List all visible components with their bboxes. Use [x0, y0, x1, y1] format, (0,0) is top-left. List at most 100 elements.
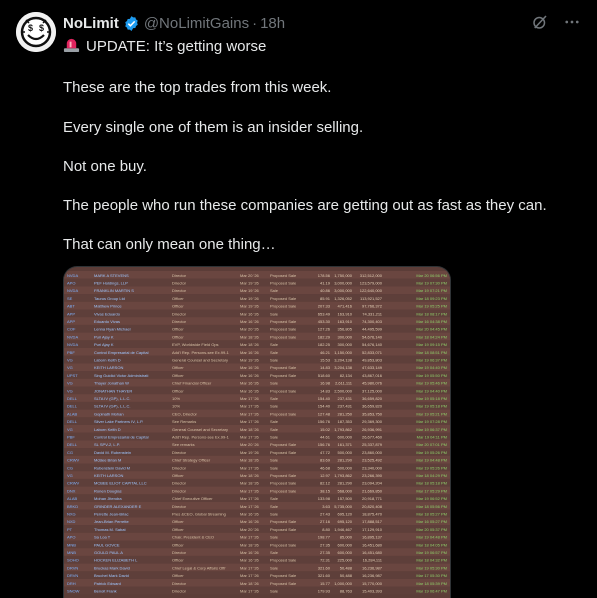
table-cell: Proposed Sale: [270, 473, 297, 478]
table-cell: Mar 19 04:48 PM: [416, 535, 447, 540]
table-cell: DELL: [67, 404, 78, 409]
table-cell: 154.40: [318, 404, 331, 409]
table-cell: Officer: [172, 388, 184, 393]
table-cell: SL SPV-2, L.P.: [94, 442, 120, 447]
table-cell: Mar 17 05:30 PM: [416, 573, 447, 578]
table-cell: 1,150,000: [334, 350, 353, 355]
table-cell: 1,750,000: [334, 273, 353, 278]
table-cell: 49,853,803: [362, 358, 383, 363]
table-cell: Mar 16 '26: [240, 381, 260, 386]
table-cell: 163,910: [338, 311, 353, 316]
table-cell: Mar 19 05:21 PM: [416, 411, 447, 416]
table-cell: Sale: [270, 288, 279, 293]
table-cell: 45,980,076: [362, 381, 383, 386]
table-cell: Sale: [270, 565, 279, 570]
table-cell: Director: [172, 450, 187, 455]
table-cell: Officer: [172, 558, 184, 563]
table-cell: 50,488: [340, 565, 353, 570]
table-cell: Mar 19 05:18 PM: [416, 396, 447, 401]
table-cell: Mar 16 '26: [240, 350, 260, 355]
table-cell: Sale: [270, 435, 279, 440]
table-cell: 41.19: [320, 281, 331, 286]
author-handle[interactable]: @NoLimitGains: [144, 15, 249, 32]
table-cell: 29,369,300: [362, 419, 383, 424]
table-cell: Mar 17 05:29 PM: [416, 488, 447, 493]
table-cell: 156.76: [318, 419, 331, 424]
tweet-media-image[interactable]: NVDA MARK A STEVENS Director Mar 20 '26 Prop…: [63, 266, 451, 598]
table-cell: Mar 18 05:27 PM: [416, 512, 447, 517]
table-cell: Sale: [270, 396, 279, 401]
table-cell: 15.02: [320, 427, 331, 432]
table-cell: Sa Loa T: [94, 535, 111, 540]
header-actions: [531, 13, 581, 35]
table-cell: Mar 18 05:56 PM: [416, 504, 447, 509]
table-cell: 2,500,000: [334, 388, 353, 393]
table-cell: Mar 18 09:23 PM: [416, 296, 447, 301]
table-cell: 44,495,599: [362, 327, 383, 332]
table-cell: 82.12: [320, 481, 331, 486]
table-cell: Mar 18 08:51 PM: [416, 350, 447, 355]
table-cell: Sale: [270, 404, 279, 409]
table-cell: Director: [172, 481, 187, 486]
table-cell: 16.98: [320, 381, 331, 386]
table-cell: 3,204,138: [334, 365, 353, 370]
table-cell: 12.97: [320, 473, 331, 478]
table-cell: CG: [67, 450, 73, 455]
table-cell: 127.48: [318, 411, 331, 416]
table-cell: Mar 19 05:50 PM: [416, 373, 447, 378]
table-cell: Puri Ajay K: [94, 334, 114, 339]
table-cell: Mar 19 06:37 PM: [416, 358, 447, 363]
table-cell: Perrette Jean-Briac: [94, 512, 128, 517]
table-cell: 161,371: [338, 442, 353, 447]
table-cell: Mar 19 05:26 PM: [416, 450, 447, 455]
table-cell: Mar 20 '26: [240, 442, 260, 447]
table-cell: APP: [67, 319, 75, 324]
table-cell: 16,895,137: [362, 535, 383, 540]
table-cell: Mar 20 07:01 PM: [416, 442, 447, 447]
table-cell: NVDA: [67, 273, 78, 278]
tweet-time[interactable]: 18h: [260, 15, 285, 32]
more-dots-icon[interactable]: [563, 13, 581, 35]
table-cell: JONATHAN THAYER: [94, 388, 132, 393]
table-cell: SLTA IV (GP), L.L.C.: [94, 404, 131, 409]
table-cell: Mar 18 '26: [240, 342, 260, 347]
table-cell: 27.35: [320, 542, 331, 547]
table-cell: NXD: [67, 519, 76, 524]
author-name[interactable]: NoLimit: [63, 15, 119, 32]
table-cell: Mar 17 '26: [240, 411, 260, 416]
table-cell: 74,331,211: [362, 311, 382, 316]
table-cell: Sale: [270, 342, 279, 347]
table-cell: Proposed Sale: [270, 388, 297, 393]
grok-icon[interactable]: [531, 13, 549, 35]
table-cell: 17,129,910: [362, 527, 383, 532]
table-cell: 653.49: [318, 311, 331, 316]
text-line-4: The people who run these companies are g…: [63, 197, 547, 214]
table-cell: Proposed Sale: [270, 334, 297, 339]
table-cell: 600,000: [338, 550, 353, 555]
table-cell: Mar 20 '26: [240, 327, 260, 332]
table-cell: VG: [67, 427, 73, 432]
table-cell: Proposed Sale: [270, 527, 297, 532]
table-cell: 43,867,016: [362, 373, 383, 378]
table-cell: Mar 17 '26: [240, 573, 260, 578]
table-cell: COF: [67, 327, 76, 332]
table-cell: MNB: [67, 542, 76, 547]
table-cell: 156.76: [318, 442, 331, 447]
table-cell: GRINDER ALEXANDER E: [94, 504, 142, 509]
table-cell: Sale: [270, 458, 279, 463]
table-cell: 36,659,820: [362, 404, 383, 409]
table-cell: 198.77: [318, 535, 331, 540]
table-cell: 82,134: [340, 373, 353, 378]
table-cell: 54,676,140: [362, 334, 383, 339]
table-cell: Proposed Sale: [270, 442, 297, 447]
table-cell: Pres &CEO, Global Streaming: [172, 512, 226, 517]
tweet-header: NoLimit @NoLimitGains · 18h: [63, 13, 581, 33]
table-cell: Mar 19 06:37 PM: [416, 427, 447, 432]
table-cell: Officer: [172, 473, 184, 478]
table-cell: Control Empresarial de Capital: [94, 350, 149, 355]
table-cell: 356,805: [338, 327, 353, 332]
table-cell: HOCKEN ELIZABETH L: [94, 558, 138, 563]
avatar[interactable]: $ $: [16, 12, 56, 52]
table-cell: 83.69: [320, 458, 331, 463]
table-cell: Mar 16 '26: [240, 512, 260, 517]
